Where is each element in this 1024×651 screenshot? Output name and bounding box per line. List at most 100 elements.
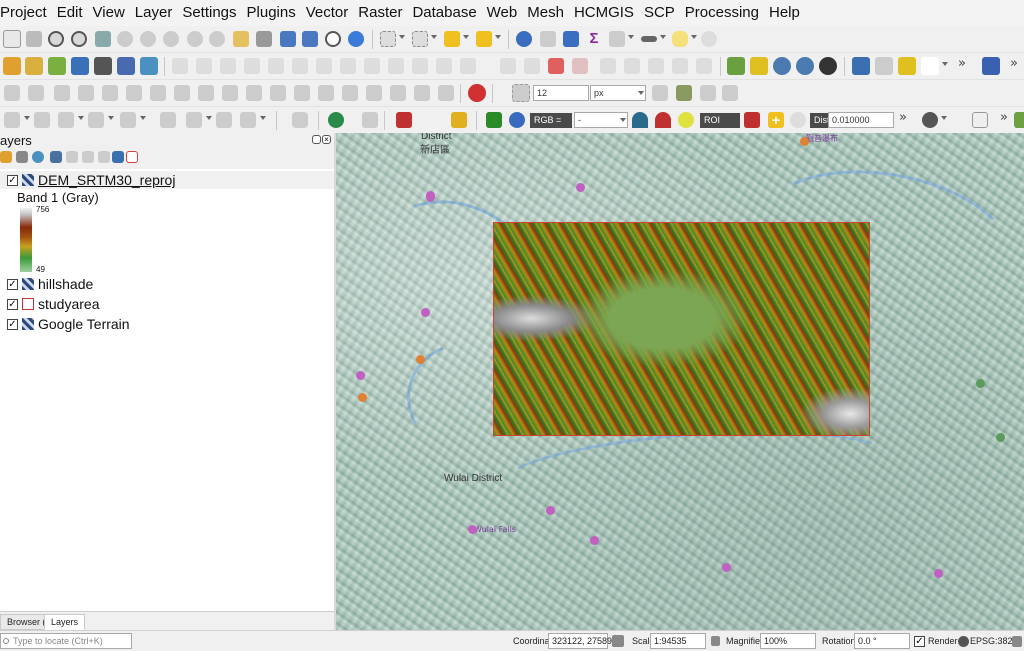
- layer-row-dem[interactable]: ✓ DEM_SRTM30_reproj: [0, 171, 334, 189]
- zoom-in-icon[interactable]: [48, 31, 64, 47]
- poi-marker[interactable]: [416, 355, 425, 364]
- raster-m-icon[interactable]: [240, 112, 256, 128]
- scp-roi-tool-icon[interactable]: [744, 112, 760, 128]
- menu-view[interactable]: View: [88, 0, 130, 26]
- data-source-manager-icon[interactable]: [3, 57, 21, 75]
- layer-row-studyarea[interactable]: ✓ studyarea: [0, 295, 99, 313]
- close-panel-icon[interactable]: ×: [322, 135, 331, 144]
- toggle-extents-icon[interactable]: [612, 635, 624, 647]
- poi-marker[interactable]: [576, 183, 585, 192]
- measure-line-icon[interactable]: [641, 36, 657, 42]
- poi-marker[interactable]: [426, 191, 435, 200]
- map-tips-icon[interactable]: [672, 31, 688, 47]
- add-delimited-text-icon[interactable]: [71, 57, 89, 75]
- magnifier-field[interactable]: 100%: [760, 633, 816, 649]
- scp-band-set-icon[interactable]: [362, 112, 378, 128]
- plugin-smile-icon[interactable]: [898, 57, 916, 75]
- label-move-icon[interactable]: [600, 58, 616, 74]
- paste-features-icon[interactable]: [412, 58, 428, 74]
- render-checkbox[interactable]: ✓: [914, 636, 925, 647]
- select-by-value-icon[interactable]: [412, 31, 428, 47]
- layer-row-google-terrain[interactable]: ✓ Google Terrain: [0, 315, 130, 333]
- field-calculator-icon[interactable]: [563, 31, 579, 47]
- geocoder-icon[interactable]: [796, 57, 814, 75]
- zoom-native-icon[interactable]: [163, 31, 179, 47]
- move-feature-icon[interactable]: [414, 85, 430, 101]
- reshape-icon[interactable]: [198, 85, 214, 101]
- align-raster-icon[interactable]: [216, 112, 232, 128]
- add-group-icon[interactable]: [16, 151, 28, 163]
- scp-classification-icon[interactable]: [451, 112, 467, 128]
- menu-database[interactable]: Database: [407, 0, 481, 26]
- new-geopackage-icon[interactable]: [25, 57, 43, 75]
- label-tool-icon[interactable]: [500, 58, 516, 74]
- chevron-down-icon[interactable]: [206, 116, 212, 120]
- refresh-icon[interactable]: [348, 31, 364, 47]
- redo-icon[interactable]: [460, 58, 476, 74]
- snapping-intersection-icon[interactable]: [676, 85, 692, 101]
- chevron-down-icon[interactable]: [628, 35, 634, 39]
- vertex-tool-icon[interactable]: [292, 58, 308, 74]
- identify-icon[interactable]: [516, 31, 532, 47]
- toolbar-overflow-icon[interactable]: »: [899, 110, 907, 125]
- scp-zoom-roi-icon[interactable]: [678, 112, 694, 128]
- rotation-field[interactable]: 0.0 °: [854, 633, 910, 649]
- crs-button[interactable]: EPSG:3826: [970, 636, 1018, 646]
- chevron-down-icon[interactable]: [495, 35, 501, 39]
- poi-marker[interactable]: [468, 525, 477, 534]
- svg-annotation-icon[interactable]: [120, 112, 136, 128]
- scp-arch-red-icon[interactable]: [655, 112, 671, 128]
- menu-settings[interactable]: Settings: [177, 0, 241, 26]
- chevron-down-icon[interactable]: [463, 35, 469, 39]
- fill-ring-icon[interactable]: [126, 85, 142, 101]
- poi-marker[interactable]: [934, 569, 943, 578]
- collapse-all-icon[interactable]: [98, 151, 110, 163]
- poi-marker[interactable]: [800, 137, 809, 146]
- poi-marker[interactable]: [976, 379, 985, 388]
- dist-input[interactable]: 0.010000: [828, 112, 894, 128]
- layer-row-hillshade[interactable]: ✓ hillshade: [0, 275, 93, 293]
- rotate-feature-icon[interactable]: [28, 85, 44, 101]
- chevron-down-icon[interactable]: [108, 116, 114, 120]
- chevron-down-icon[interactable]: [260, 116, 266, 120]
- add-raster-layer-icon[interactable]: [94, 57, 112, 75]
- gdal-info-icon[interactable]: [773, 57, 791, 75]
- menu-scp[interactable]: SCP: [639, 0, 680, 26]
- menu-project[interactable]: Project: [0, 0, 52, 26]
- filter-legend-icon[interactable]: [50, 151, 62, 163]
- deselect-icon[interactable]: [444, 31, 460, 47]
- tab-layers[interactable]: Layers: [44, 614, 86, 630]
- scp-zoom-input-icon[interactable]: [486, 112, 502, 128]
- hcmgis-tool-icon[interactable]: [727, 57, 745, 75]
- lock-icon[interactable]: [711, 636, 720, 646]
- save-edits-icon[interactable]: [220, 58, 236, 74]
- scp-arch-icon[interactable]: [632, 112, 648, 128]
- scp-add-icon[interactable]: +: [768, 112, 784, 128]
- scp-dock-icon[interactable]: [328, 112, 344, 128]
- chevron-down-icon[interactable]: [399, 35, 405, 39]
- chevron-down-icon[interactable]: [620, 118, 626, 122]
- locator-search-icon[interactable]: [701, 31, 717, 47]
- chevron-down-icon[interactable]: [942, 62, 948, 66]
- delete-selected-icon[interactable]: [340, 58, 356, 74]
- scale-select[interactable]: 1:94535: [650, 633, 706, 649]
- profile-chart-icon[interactable]: [921, 57, 939, 75]
- annotation-text-icon[interactable]: [58, 112, 74, 128]
- trim-extend-icon[interactable]: [366, 85, 382, 101]
- new-bookmark-icon[interactable]: [233, 31, 249, 47]
- label-show-icon[interactable]: [572, 58, 588, 74]
- help-icon[interactable]: [982, 57, 1000, 75]
- chevron-down-icon[interactable]: [660, 35, 666, 39]
- scp-tools-icon[interactable]: [396, 112, 412, 128]
- globe-icon[interactable]: [958, 636, 969, 647]
- chevron-down-icon[interactable]: [941, 116, 947, 120]
- snap-tolerance-input[interactable]: 12: [533, 85, 589, 101]
- menu-plugins[interactable]: Plugins: [242, 0, 301, 26]
- merge-attributes-icon[interactable]: [318, 85, 334, 101]
- add-wms-layer-icon[interactable]: [117, 57, 135, 75]
- poi-marker[interactable]: [546, 506, 555, 515]
- chevron-down-icon[interactable]: [78, 116, 84, 120]
- curve-tool-icon[interactable]: [438, 85, 454, 101]
- georeferencer-icon[interactable]: [160, 112, 176, 128]
- float-panel-icon[interactable]: [312, 135, 321, 144]
